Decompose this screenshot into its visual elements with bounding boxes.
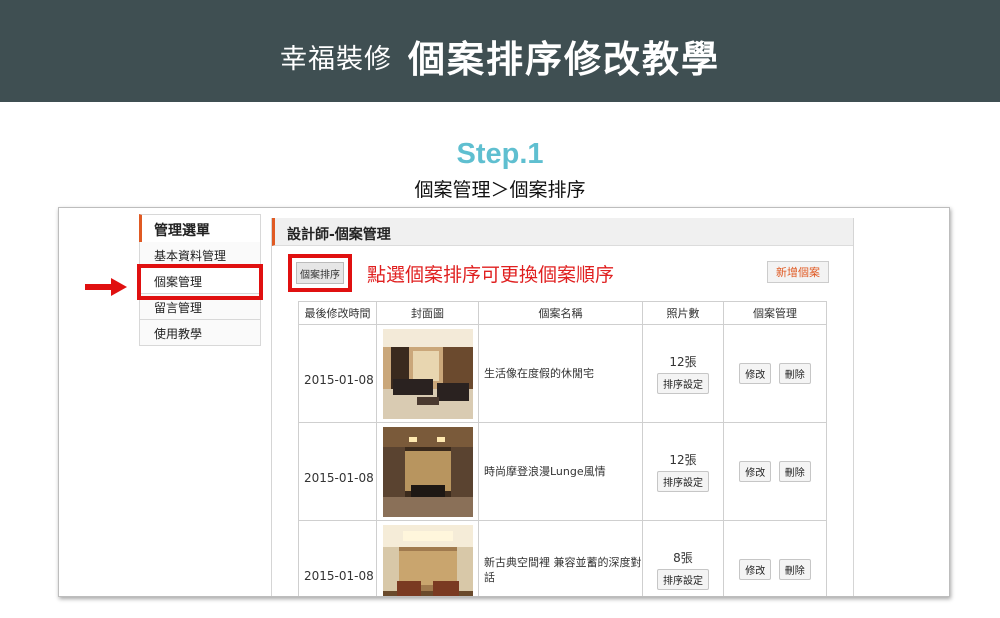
photo-count: 8張	[673, 551, 693, 565]
highlight-box-sidebar	[137, 264, 263, 300]
banner-title: 個案排序修改教學	[408, 38, 720, 81]
row-cover	[376, 324, 479, 423]
edit-button[interactable]: 修改	[739, 559, 772, 580]
panel-heading: 設計師-個案管理	[272, 218, 853, 246]
col-header-cover: 封面圖	[376, 301, 479, 325]
row-manage: 修改 刪除	[723, 422, 827, 521]
row-manage: 修改 刪除	[723, 520, 827, 596]
table-row: 2015-01-08	[298, 324, 827, 423]
photo-count: 12張	[669, 453, 697, 467]
row-manage: 修改 刪除	[723, 324, 827, 423]
row-count: 8張 排序設定	[642, 520, 724, 596]
sidebar-heading: 管理選單	[139, 214, 261, 242]
edit-button[interactable]: 修改	[739, 363, 772, 384]
delete-button[interactable]: 刪除	[778, 559, 811, 580]
col-header-manage: 個案管理	[723, 301, 827, 325]
table-row: 2015-01-08	[298, 520, 827, 596]
admin-screenshot: 管理選單 基本資料管理 個案管理 留言管理 使用教學 設計師-個案管理 個案排序…	[58, 207, 950, 597]
red-arrow-icon	[85, 278, 127, 296]
sidebar-item-tutorial[interactable]: 使用教學	[139, 320, 261, 346]
col-header-count: 照片數	[642, 301, 724, 325]
row-count: 12張 排序設定	[642, 422, 724, 521]
step-path: 個案管理＞個案排序	[414, 179, 586, 201]
cover-photo-image	[382, 426, 473, 517]
sort-setting-button[interactable]: 排序設定	[657, 569, 709, 590]
row-count: 12張 排序設定	[642, 324, 724, 423]
row-name: 新古典空間裡 兼容並蓄的深度對話	[478, 520, 643, 596]
row-name: 時尚摩登浪漫Lunge風情	[478, 422, 643, 521]
banner-brand: 幸福裝修	[280, 43, 392, 75]
add-case-button[interactable]: 新增個案	[767, 261, 829, 283]
row-name: 生活像在度假的休閒宅	[478, 324, 643, 423]
case-management-panel: 設計師-個案管理 個案排序 點選個案排序可更換個案順序 新增個案 最後修改時間 …	[271, 218, 854, 596]
row-date: 2015-01-08	[298, 324, 377, 423]
photo-count: 12張	[669, 355, 697, 369]
row-date: 2015-01-08	[298, 520, 377, 596]
sort-setting-button[interactable]: 排序設定	[657, 471, 709, 492]
col-header-date: 最後修改時間	[298, 301, 377, 325]
banner: 幸福裝修 個案排序修改教學	[0, 0, 1000, 102]
delete-button[interactable]: 刪除	[778, 461, 811, 482]
instruction-text: 點選個案排序可更換個案順序	[367, 264, 615, 286]
col-header-name: 個案名稱	[478, 301, 643, 325]
delete-button[interactable]: 刪除	[778, 363, 811, 384]
cover-photo-image	[382, 524, 473, 596]
case-table: 最後修改時間 封面圖 個案名稱 照片數 個案管理 2015-01-08 生活像在…	[298, 301, 827, 596]
highlight-box-sort	[288, 254, 352, 292]
row-cover	[376, 520, 479, 596]
cover-photo-image	[382, 328, 473, 419]
table-header-row: 最後修改時間 封面圖 個案名稱 照片數 個案管理	[298, 301, 827, 325]
table-row: 2015-01-08	[298, 422, 827, 521]
edit-button[interactable]: 修改	[739, 461, 772, 482]
sort-setting-button[interactable]: 排序設定	[657, 373, 709, 394]
step-label: Step.1	[456, 138, 544, 170]
row-date: 2015-01-08	[298, 422, 377, 521]
row-cover	[376, 422, 479, 521]
